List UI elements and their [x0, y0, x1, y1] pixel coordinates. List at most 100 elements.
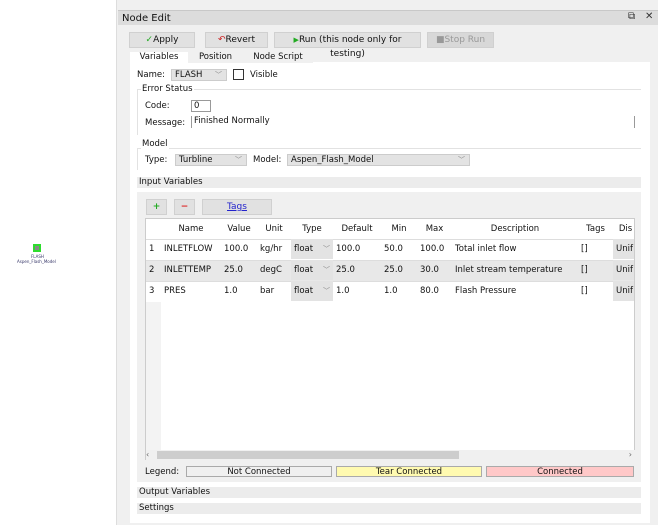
cell-name[interactable]: INLETTEMP [161, 260, 221, 280]
column-header-tags[interactable]: Tags [578, 219, 613, 239]
name-select[interactable]: FLASH ﹀ [171, 69, 227, 81]
column-header-max[interactable]: Max [417, 219, 452, 239]
legend-not-connected: Not Connected [186, 466, 332, 477]
name-value: FLASH [175, 70, 203, 80]
tab-position[interactable]: Position [188, 52, 243, 63]
name-label: Name: [137, 70, 165, 80]
cell-distribution[interactable]: Unif [613, 260, 634, 280]
node-model-label: Aspen_Flash_Model [17, 259, 56, 264]
cell-default[interactable]: 25.0 [333, 260, 381, 280]
type-value: Turbline [179, 155, 213, 165]
chevron-down-icon: ﹀ [215, 71, 222, 79]
legend-connected: Connected [486, 466, 634, 477]
tab-node-script[interactable]: Node Script [243, 52, 313, 63]
code-label: Code: [145, 101, 170, 111]
column-header-default[interactable]: Default [333, 219, 381, 239]
cell-row-number: 1 [149, 244, 155, 254]
tab-variables[interactable]: Variables [130, 52, 188, 63]
cell-tags[interactable]: [] [578, 239, 613, 259]
code-field[interactable]: 0 [191, 100, 211, 112]
input-variables-table[interactable]: Name Value Unit Type Default Min Max Descriptio… [145, 218, 635, 460]
stop-label: Stop Run [444, 35, 486, 45]
output-variables-header[interactable]: Output Variables [137, 487, 641, 498]
horizontal-scrollbar[interactable]: ‹ › [146, 450, 635, 460]
revert-button[interactable]: ↶Revert [205, 32, 268, 48]
cell-row-number: 2 [149, 265, 155, 275]
column-header-description[interactable]: Description [452, 219, 578, 239]
tags-button[interactable]: Tags [202, 199, 272, 215]
message-field[interactable]: Finished Normally [191, 116, 635, 128]
close-icon[interactable]: ✕ [645, 11, 653, 22]
scroll-left-icon[interactable]: ‹ [146, 450, 149, 459]
check-icon: ✓ [145, 35, 154, 45]
legend-label: Legend: [145, 467, 180, 477]
cell-description[interactable]: Inlet stream temperature [452, 260, 578, 280]
scrollbar-thumb[interactable] [157, 451, 459, 459]
cell-unit[interactable]: bar [257, 281, 291, 301]
cell-unit[interactable]: degC [257, 260, 291, 280]
column-header-row-number[interactable] [146, 219, 161, 239]
remove-variable-button[interactable]: − [174, 199, 195, 215]
revert-label: Revert [225, 35, 256, 45]
cell-min[interactable]: 1.0 [381, 281, 417, 301]
model-value: Aspen_Flash_Model [291, 155, 374, 165]
panel-title: Node Edit [118, 10, 658, 25]
flowsheet-node[interactable] [33, 244, 41, 252]
column-header-min[interactable]: Min [381, 219, 417, 239]
input-variables-header[interactable]: Input Variables [137, 177, 641, 188]
error-status-group [137, 89, 641, 135]
cell-type[interactable]: float ﹀ [291, 239, 333, 259]
chevron-down-icon: ﹀ [323, 245, 330, 253]
cell-max[interactable]: 80.0 [417, 281, 452, 301]
chevron-down-icon: ﹀ [235, 156, 242, 164]
flowsheet-canvas[interactable]: FLASH Aspen_Flash_Model [0, 0, 117, 525]
cell-unit[interactable]: kg/hr [257, 239, 291, 259]
legend-tear-connected: Tear Connected [336, 466, 482, 477]
cell-tags[interactable]: [] [578, 281, 613, 301]
cell-min[interactable]: 25.0 [381, 260, 417, 280]
cell-value[interactable]: 25.0 [221, 260, 257, 280]
run-label: Run (this node only for testing) [298, 35, 402, 59]
visible-label: Visible [250, 70, 278, 80]
cell-max[interactable]: 100.0 [417, 239, 452, 259]
run-button[interactable]: ▶Run (this node only for testing) [274, 32, 421, 59]
cell-default[interactable]: 100.0 [333, 239, 381, 259]
column-header-value[interactable]: Value [221, 219, 257, 239]
undo-icon: ↶ [217, 35, 226, 45]
chevron-down-icon: ﹀ [323, 266, 330, 274]
model-title: Model [141, 139, 169, 149]
cell-type[interactable]: float ﹀ [291, 260, 333, 280]
model-label: Model: [253, 155, 282, 165]
cell-distribution[interactable]: Unif [613, 239, 634, 259]
column-header-name[interactable]: Name [161, 219, 221, 239]
cell-tags[interactable]: [] [578, 260, 613, 280]
column-header-distribution[interactable]: Dis [613, 219, 634, 239]
cell-name[interactable]: INLETFLOW [161, 239, 221, 259]
apply-label: Apply [153, 35, 179, 45]
cell-description[interactable]: Flash Pressure [452, 281, 578, 301]
cell-description[interactable]: Total inlet flow [452, 239, 578, 259]
cell-max[interactable]: 30.0 [417, 260, 452, 280]
chevron-down-icon: ﹀ [458, 156, 465, 164]
cell-type[interactable]: float ﹀ [291, 281, 333, 301]
column-header-unit[interactable]: Unit [257, 219, 291, 239]
scroll-right-icon[interactable]: › [629, 450, 632, 459]
restore-icon[interactable]: ⧉ [628, 11, 635, 22]
stop-run-button[interactable]: ■Stop Run [427, 32, 494, 48]
settings-header[interactable]: Settings [137, 503, 641, 514]
cell-min[interactable]: 50.0 [381, 239, 417, 259]
cell-distribution[interactable]: Unif [613, 281, 634, 301]
cell-name[interactable]: PRES [161, 281, 221, 301]
column-header-type[interactable]: Type [291, 219, 333, 239]
cell-value[interactable]: 1.0 [221, 281, 257, 301]
type-select[interactable]: Turbline ﹀ [175, 154, 247, 166]
add-variable-button[interactable]: + [146, 199, 167, 215]
cell-value[interactable]: 100.0 [221, 239, 257, 259]
chevron-down-icon: ﹀ [323, 287, 330, 295]
message-label: Message: [145, 118, 186, 128]
cell-row-number: 3 [149, 286, 155, 296]
visible-checkbox[interactable] [233, 69, 244, 80]
apply-button[interactable]: ✓Apply [129, 32, 195, 48]
model-select[interactable]: Aspen_Flash_Model ﹀ [287, 154, 470, 166]
cell-default[interactable]: 1.0 [333, 281, 381, 301]
